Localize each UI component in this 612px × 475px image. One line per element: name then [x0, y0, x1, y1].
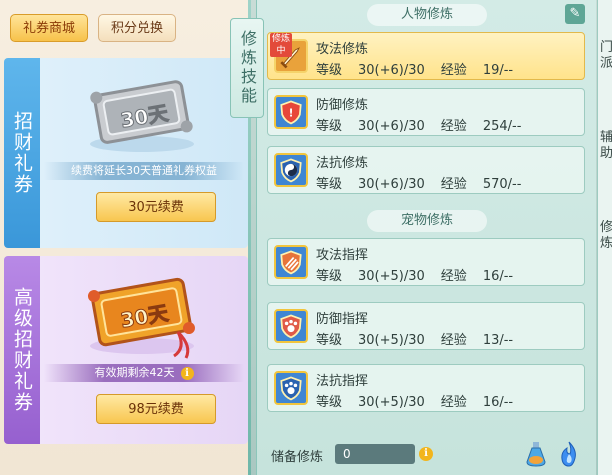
- renew-98-button[interactable]: 98元续费: [96, 394, 216, 424]
- exp-value: 16/--: [482, 395, 514, 410]
- skill-name: 防御修炼: [316, 98, 369, 113]
- level-label: 等级: [316, 333, 343, 348]
- exp-value: 13/--: [482, 333, 514, 348]
- skill-row-magic-resist[interactable]: 法抗修炼 等级 30(+6)/30 经验 570/--: [267, 146, 585, 194]
- skill-stats: 等级 30(+5)/30 经验 16/--: [316, 265, 529, 284]
- skill-name: 攻法修炼: [316, 42, 369, 57]
- level-value: 30(+5)/30: [358, 333, 425, 348]
- silver-ticket-icon: 30天: [90, 80, 194, 152]
- skill-stats: 等级 30(+6)/30 经验 570/--: [316, 173, 537, 192]
- reserve-bar: 储备修炼 0 i: [267, 440, 585, 470]
- paw-shield-icon: [274, 309, 308, 343]
- skill-row-attack[interactable]: 修炼中 攻法修炼 等级 30(+6)/30 经验 19/--: [267, 32, 585, 80]
- reserve-value: 0: [335, 444, 415, 464]
- exp-value: 19/--: [482, 63, 514, 78]
- edge-item-assist[interactable]: 辅助: [600, 130, 612, 162]
- badge-text: 修炼中: [271, 34, 290, 56]
- remaining-days-note: 有效期剩余42天 i: [44, 364, 244, 382]
- level-label: 等级: [316, 395, 343, 410]
- exp-value: 254/--: [482, 119, 522, 134]
- gift-shop-panel: 礼券商城 积分兑换 招财礼券 30天 续费将延长30天普通礼券权益 30元续费 …: [0, 0, 250, 475]
- exp-label: 经验: [440, 333, 467, 348]
- taiji-shield-icon: [274, 153, 308, 187]
- edge-item-cultivation[interactable]: 修炼: [600, 220, 612, 252]
- pet-cultivation-title: 宠物修炼: [367, 210, 487, 232]
- potion-icon[interactable]: [523, 440, 549, 468]
- skill-row-defense[interactable]: ! 防御修炼 等级 30(+6)/30 经验 254/--: [267, 88, 585, 136]
- exp-value: 570/--: [482, 177, 522, 192]
- normal-ticket-label: 招财礼券: [4, 58, 40, 248]
- level-label: 等级: [316, 119, 343, 134]
- claw-icon: [274, 245, 308, 279]
- side-menu-edge: 门派 辅助 修炼: [597, 0, 612, 475]
- paw-magic-icon: [274, 371, 308, 405]
- skill-row-pet-defense[interactable]: 防御指挥 等级 30(+5)/30 经验 13/--: [267, 302, 585, 350]
- level-value: 30(+6)/30: [358, 119, 425, 134]
- shield-icon: !: [274, 95, 308, 129]
- level-value: 30(+6)/30: [358, 177, 425, 192]
- normal-ticket-card: 招财礼券 30天 续费将延长30天普通礼券权益 30元续费: [4, 58, 248, 248]
- cultivation-panel: 人物修炼 ✎ 修炼中 攻法修炼 等级 30(+6)/30 经验 19/-- ! 防御修…: [256, 0, 596, 475]
- skill-stats: 等级 30(+6)/30 经验 19/--: [316, 59, 529, 78]
- level-label: 等级: [316, 269, 343, 284]
- skill-stats: 等级 30(+5)/30 经验 16/--: [316, 391, 529, 410]
- exp-label: 经验: [440, 395, 467, 410]
- shop-tab-bar: 礼券商城 积分兑换: [10, 14, 177, 42]
- info-icon[interactable]: i: [419, 447, 433, 461]
- in-progress-badge: 修炼中: [270, 33, 292, 57]
- cultivation-skill-tab[interactable]: 修炼技能: [230, 18, 264, 118]
- level-value: 30(+5)/30: [358, 269, 425, 284]
- edit-icon[interactable]: ✎: [565, 4, 585, 24]
- skill-stats: 等级 30(+5)/30 经验 13/--: [316, 329, 529, 348]
- level-label: 等级: [316, 63, 343, 78]
- exp-label: 经验: [440, 177, 467, 192]
- skill-stats: 等级 30(+6)/30 经验 254/--: [316, 115, 537, 134]
- skill-name: 法抗指挥: [316, 374, 369, 389]
- remaining-days-text: 有效期剩余42天: [94, 366, 175, 379]
- skill-name: 法抗修炼: [316, 156, 369, 171]
- premium-ticket-label: 高级招财礼券: [4, 256, 40, 444]
- tab-points-exchange[interactable]: 积分兑换: [98, 14, 177, 42]
- edge-item-sect[interactable]: 门派: [600, 40, 612, 72]
- info-icon[interactable]: i: [180, 366, 194, 380]
- level-value: 30(+5)/30: [358, 395, 425, 410]
- skill-name: 攻法指挥: [316, 248, 369, 263]
- person-cultivation-title: 人物修炼: [367, 4, 487, 26]
- level-label: 等级: [316, 177, 343, 192]
- skill-name: 防御指挥: [316, 312, 369, 327]
- svg-text:!: !: [289, 107, 294, 119]
- renew-30-button[interactable]: 30元续费: [96, 192, 216, 222]
- exp-label: 经验: [440, 119, 467, 134]
- reserve-label: 储备修炼: [271, 450, 324, 465]
- level-value: 30(+6)/30: [358, 63, 425, 78]
- exp-label: 经验: [440, 269, 467, 284]
- exp-value: 16/--: [482, 269, 514, 284]
- skill-row-pet-attack[interactable]: 攻法指挥 等级 30(+5)/30 经验 16/--: [267, 238, 585, 286]
- renew-note: 续费将延长30天普通礼券权益: [44, 162, 244, 180]
- flame-icon[interactable]: [557, 440, 581, 468]
- tab-gift-shop[interactable]: 礼券商城: [10, 14, 89, 42]
- exp-label: 经验: [440, 63, 467, 78]
- premium-ticket-card: 高级招财礼券 30天 有效期剩余42天 i 98元续费: [4, 256, 248, 444]
- gold-ticket-icon: 30天: [87, 277, 195, 359]
- skill-row-pet-magic-resist[interactable]: 法抗指挥 等级 30(+5)/30 经验 16/--: [267, 364, 585, 412]
